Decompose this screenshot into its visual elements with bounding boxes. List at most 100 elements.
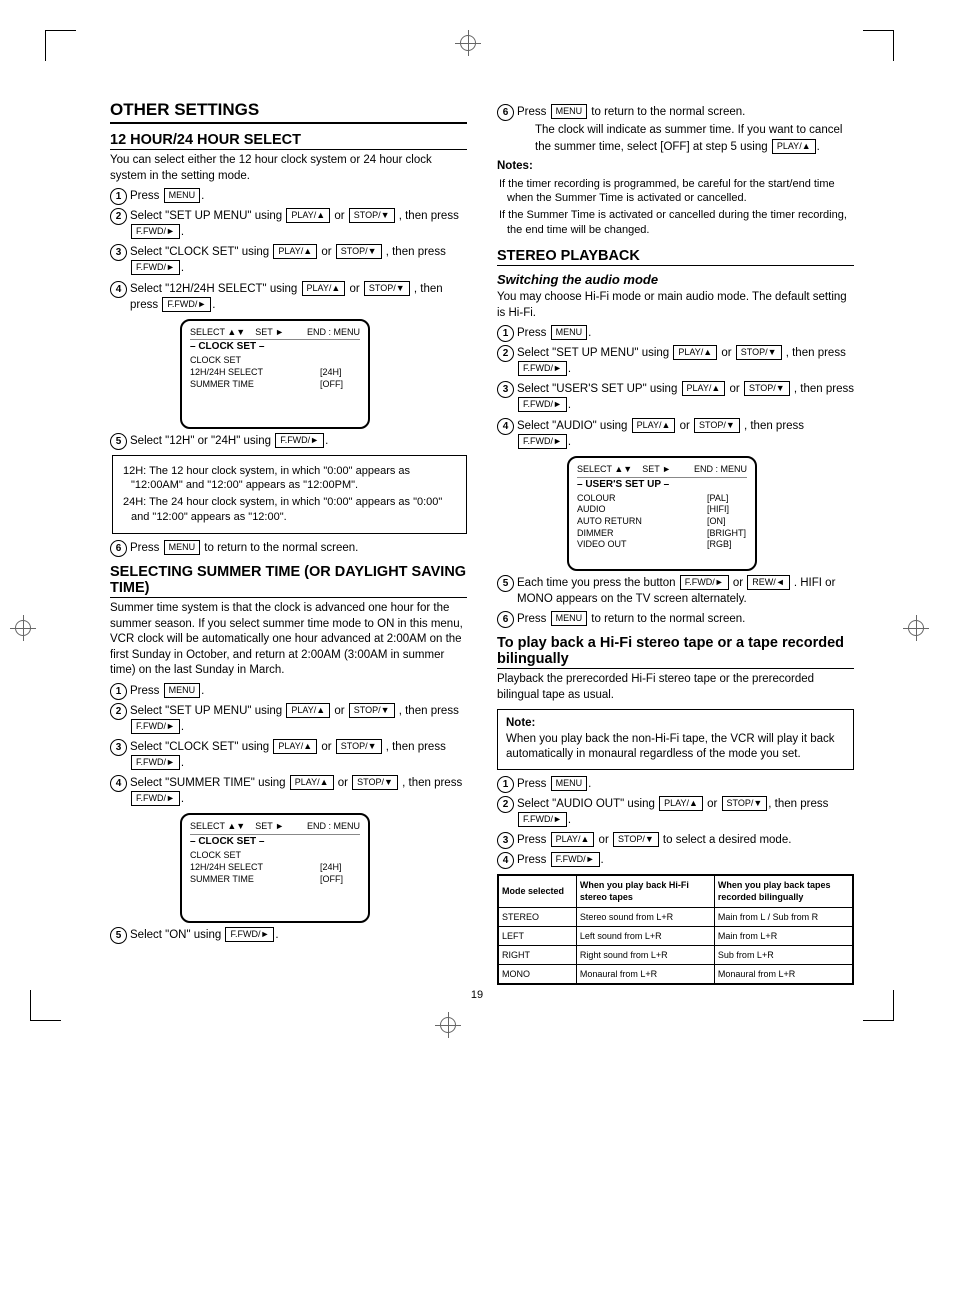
tv-screen-clock-set: SELECT ▲▼ SET ► END : MENU – CLOCK SET –…	[180, 319, 370, 429]
step: Press MENU.	[110, 188, 467, 204]
sub-note: The clock will indicate as summer time. …	[535, 123, 854, 155]
registration-mark	[460, 35, 476, 51]
subtitle-summer-time: SELECTING SUMMER TIME (OR DAYLIGHT SAVIN…	[110, 564, 467, 598]
step: Select "12H" or "24H" using F.FWD/►. 12H…	[110, 433, 467, 534]
stop-down-icon: STOP/▼	[349, 703, 395, 718]
registration-mark	[15, 620, 31, 636]
step: Select "SET UP MENU" using PLAY/▲ or STO…	[110, 208, 467, 240]
ffwd-right-icon: F.FWD/►	[518, 361, 567, 376]
step: Press MENU to return to the normal scree…	[497, 611, 854, 627]
left-column: OTHER SETTINGS 12 HOUR/24 HOUR SELECT Yo…	[110, 100, 467, 991]
page-number: 19	[471, 989, 483, 1001]
step: Press MENU.	[497, 325, 854, 341]
subtitle-stereo: STEREO PLAYBACK	[497, 248, 854, 266]
ffwd-right-icon: F.FWD/►	[131, 224, 180, 239]
menu-button-icon: MENU	[551, 611, 588, 626]
step: Press MENU.	[497, 776, 854, 792]
stop-down-icon: STOP/▼	[736, 345, 782, 360]
subtitle-12h24h: 12 HOUR/24 HOUR SELECT	[110, 132, 467, 150]
ffwd-right-icon: F.FWD/►	[225, 927, 274, 942]
ffwd-right-icon: F.FWD/►	[551, 852, 600, 867]
play-up-icon: PLAY/▲	[273, 739, 317, 754]
step: Each time you press the button F.FWD/► o…	[497, 575, 854, 607]
ffwd-right-icon: F.FWD/►	[518, 812, 567, 827]
play-up-icon: PLAY/▲	[286, 208, 330, 223]
play-up-icon: PLAY/▲	[286, 703, 330, 718]
step: Press MENU to return to the normal scree…	[497, 104, 854, 155]
note-item: If the Summer Time is activated or cance…	[497, 208, 854, 238]
play-up-icon: PLAY/▲	[302, 281, 346, 296]
play-up-icon: PLAY/▲	[772, 139, 816, 154]
stop-down-icon: STOP/▼	[336, 739, 382, 754]
step: Select "CLOCK SET" using PLAY/▲ or STOP/…	[110, 244, 467, 276]
note-box: Note: When you play back the non-Hi-Fi t…	[497, 709, 854, 770]
ffwd-right-icon: F.FWD/►	[131, 260, 180, 275]
step: Select "AUDIO" using PLAY/▲ or STOP/▼ , …	[497, 418, 854, 571]
step: Select "12H/24H SELECT" using PLAY/▲ or …	[110, 281, 467, 429]
steps-summer: Press MENU. Select "SET UP MENU" using P…	[110, 683, 467, 944]
registration-mark	[908, 620, 924, 636]
step: Select "SET UP MENU" using PLAY/▲ or STO…	[110, 703, 467, 735]
menu-button-icon: MENU	[164, 188, 201, 203]
menu-button-icon: MENU	[551, 104, 588, 119]
step: Select "CLOCK SET" using PLAY/▲ or STOP/…	[110, 739, 467, 771]
menu-button-icon: MENU	[551, 325, 588, 340]
tv-screen-users-setup: SELECT ▲▼ SET ► END : MENU – USER'S SET …	[567, 456, 757, 571]
audio-mode-table: Mode selected When you play back Hi-Fi s…	[497, 874, 854, 985]
crop-mark	[863, 30, 894, 61]
rew-left-icon: REW/◄	[747, 575, 789, 590]
stop-down-icon: STOP/▼	[349, 208, 395, 223]
registration-mark	[440, 1017, 456, 1033]
ffwd-right-icon: F.FWD/►	[131, 791, 180, 806]
tv-screen-clock-set: SELECT ▲▼ SET ► END : MENU – CLOCK SET –…	[180, 813, 370, 923]
stop-down-icon: STOP/▼	[694, 418, 740, 433]
menu-button-icon: MENU	[164, 683, 201, 698]
manual-page: OTHER SETTINGS 12 HOUR/24 HOUR SELECT Yo…	[0, 0, 954, 1051]
note-box: 12H: The 12 hour clock system, in which …	[112, 455, 467, 534]
intro-text: Playback the prerecorded Hi-Fi stereo ta…	[497, 672, 854, 703]
step: Press MENU to return to the normal scree…	[110, 540, 467, 556]
step: Select "SUMMER TIME" using PLAY/▲ or STO…	[110, 775, 467, 923]
steps-stereo: Press MENU. Select "SET UP MENU" using P…	[497, 325, 854, 627]
stop-down-icon: STOP/▼	[364, 281, 410, 296]
play-up-icon: PLAY/▲	[682, 381, 726, 396]
ffwd-right-icon: F.FWD/►	[275, 433, 324, 448]
play-up-icon: PLAY/▲	[551, 832, 595, 847]
note-item: If the timer recording is programmed, be…	[497, 177, 854, 207]
stop-down-icon: STOP/▼	[722, 796, 768, 811]
step: Select "SET UP MENU" using PLAY/▲ or STO…	[497, 345, 854, 377]
notes-heading: Notes:	[497, 159, 854, 175]
step: Select "USER'S SET UP" using PLAY/▲ or S…	[497, 381, 854, 413]
step: Select "AUDIO OUT" using PLAY/▲ or STOP/…	[497, 796, 854, 828]
ffwd-right-icon: F.FWD/►	[131, 719, 180, 734]
stop-down-icon: STOP/▼	[744, 381, 790, 396]
menu-button-icon: MENU	[551, 776, 588, 791]
ffwd-right-icon: F.FWD/►	[162, 297, 211, 312]
stop-down-icon: STOP/▼	[352, 775, 398, 790]
play-up-icon: PLAY/▲	[290, 775, 334, 790]
intro-text: Summer time system is that the clock is …	[110, 601, 467, 679]
crop-mark	[45, 30, 76, 61]
step: Press PLAY/▲ or STOP/▼ to select a desir…	[497, 832, 854, 848]
intro-text: You can select either the 12 hour clock …	[110, 153, 467, 184]
step: Press F.FWD/►.	[497, 852, 854, 868]
ffwd-right-icon: F.FWD/►	[131, 755, 180, 770]
right-column: Press MENU to return to the normal scree…	[497, 100, 854, 991]
table-row: RIGHTRight sound from L+RSub from L+R	[499, 945, 853, 964]
ffwd-right-icon: F.FWD/►	[518, 397, 567, 412]
ffwd-right-icon: F.FWD/►	[518, 434, 567, 449]
play-up-icon: PLAY/▲	[632, 418, 676, 433]
stop-down-icon: STOP/▼	[613, 832, 659, 847]
crop-mark	[863, 990, 894, 1021]
ffwd-right-icon: F.FWD/►	[680, 575, 729, 590]
step: Select "ON" using F.FWD/►.	[110, 927, 467, 943]
crop-mark	[30, 990, 61, 1021]
steps-audio-out: Press MENU. Select "AUDIO OUT" using PLA…	[497, 776, 854, 868]
sub-heading-audio-mode: Switching the audio mode	[497, 272, 854, 287]
play-up-icon: PLAY/▲	[673, 345, 717, 360]
subtitle-hifi-playback: To play back a Hi-Fi stereo tape or a ta…	[497, 635, 854, 669]
section-title-other-settings: OTHER SETTINGS	[110, 100, 467, 124]
play-up-icon: PLAY/▲	[273, 244, 317, 259]
table-row: MONOMonaural from L+RMonaural from L+R	[499, 964, 853, 983]
intro-text: You may choose Hi-Fi mode or main audio …	[497, 290, 854, 321]
